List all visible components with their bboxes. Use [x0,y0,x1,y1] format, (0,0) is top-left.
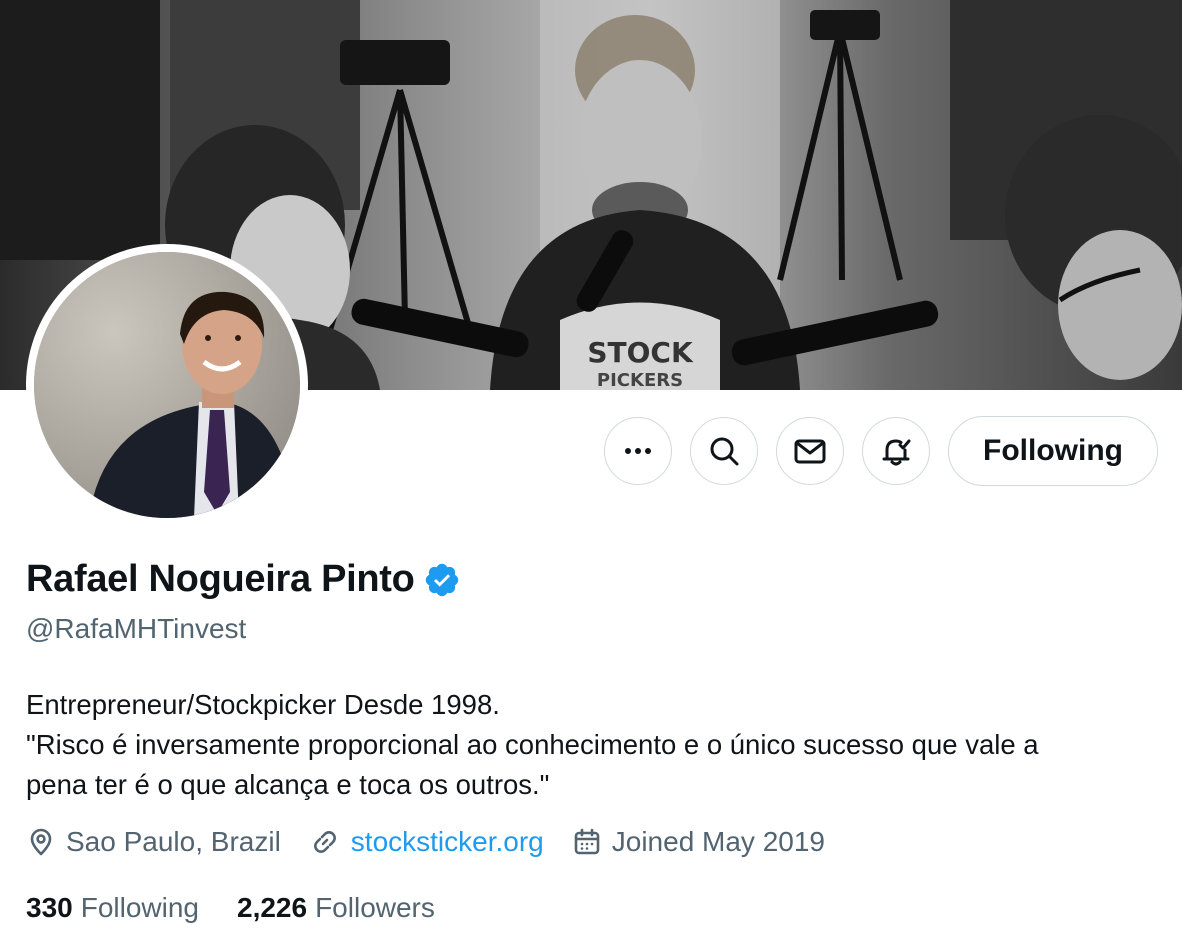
profile-avatar[interactable] [26,244,308,526]
profile-actions: Following [604,415,1158,487]
bell-check-icon [882,439,911,466]
followers-count: 2,226 [237,892,308,923]
link-icon [313,831,336,853]
following-stat-link[interactable]: 330 Following [26,892,199,924]
bio-line: "Risco é inversamente proporcional ao co… [26,729,1039,760]
avatar-photo [34,252,300,518]
following-label: Following [80,892,199,923]
joined-text: Joined May 2019 [611,826,826,857]
display-name: Rafael Nogueira Pinto [26,558,415,600]
bio-line: Entrepreneur/Stockpicker Desde 1998. [26,689,500,720]
profile-name-row: Rafael Nogueira Pinto [26,558,461,601]
following-count: 330 [26,892,73,923]
profile-meta: Sao Paulo, Brazil stocksticker.org Joine… [26,826,853,858]
more-horizontal-icon [625,448,652,454]
website-link[interactable]: stocksticker.org [351,826,544,858]
location-pin-icon [30,828,52,856]
following-button[interactable]: Following [948,416,1158,486]
location-text: Sao Paulo, Brazil [66,826,281,857]
shirt-text-bottom: PICKERS [597,370,683,390]
message-button[interactable] [776,417,845,485]
followers-label: Followers [315,892,435,923]
joined-item: Joined May 2019 [572,826,825,858]
search-icon [710,437,739,466]
notifications-button[interactable] [862,417,931,485]
profile-handle: @RafaMHTinvest [26,613,247,644]
location-item: Sao Paulo, Brazil [26,826,281,858]
envelope-icon [794,439,826,464]
more-button[interactable] [604,417,673,485]
shirt-text-top: STOCK [587,336,694,369]
website-item: stocksticker.org [309,826,544,858]
search-profile-button[interactable] [690,417,759,485]
profile-bio: Entrepreneur/Stockpicker Desde 1998. "Ri… [26,685,1166,805]
profile-stats: 330 Following 2,226 Followers [26,892,473,924]
followers-stat-link[interactable]: 2,226 Followers [237,892,435,924]
bio-line: pena ter é o que alcança e toca os outro… [26,769,550,800]
verified-badge-icon[interactable] [423,561,461,599]
calendar-icon [574,828,600,855]
